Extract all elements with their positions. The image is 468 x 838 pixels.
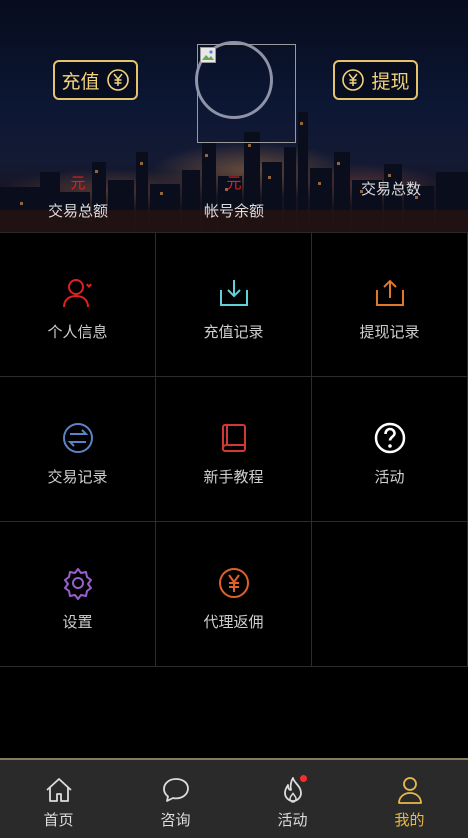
bottom-tab-bar: 首页 咨询 活动 我的 (0, 758, 468, 838)
home-icon (45, 778, 72, 802)
account-header: 充值 提现 元 交易总额 元 帐号余额 交易总数 (0, 0, 468, 233)
tab-label: 咨询 (160, 811, 191, 829)
book-icon (221, 424, 246, 452)
menu-item-trade-records[interactable]: 交易记录 (0, 377, 156, 522)
menu-item-label: 提现记录 (359, 323, 420, 341)
tab-home[interactable]: 首页 (0, 760, 117, 838)
exchange-icon (62, 423, 93, 453)
upload-icon (375, 279, 404, 306)
menu-item-withdraw-records[interactable]: 提现记录 (312, 232, 468, 377)
menu-item-label: 设置 (62, 613, 93, 631)
tab-mine[interactable]: 我的 (351, 760, 468, 838)
menu-item-label: 活动 (374, 468, 405, 486)
tab-label: 我的 (394, 811, 425, 829)
withdraw-label: 提现 (371, 70, 410, 93)
stat-value: 元 (226, 174, 242, 192)
person-icon (397, 777, 422, 804)
tab-label: 首页 (43, 811, 74, 829)
tab-label: 活动 (277, 811, 308, 829)
recharge-button[interactable]: 充值 (53, 60, 138, 100)
menu-item-label: 交易记录 (47, 468, 108, 486)
menu-item-personal-info[interactable]: 个人信息 (0, 232, 156, 377)
user-icon (62, 279, 92, 308)
menu-item-agent-rebate[interactable]: 代理返佣 (156, 522, 312, 667)
gear-icon (63, 568, 92, 600)
chat-icon (162, 778, 189, 802)
yuan-arrow-icon (342, 69, 365, 91)
yuan-arrow-icon (106, 69, 129, 91)
menu-item-empty (312, 522, 468, 667)
stat-total-amount: 元 交易总额 (23, 172, 133, 221)
stat-value: 元 (70, 174, 86, 192)
tab-consult[interactable]: 咨询 (117, 760, 234, 838)
menu-item-settings[interactable]: 设置 (0, 522, 156, 667)
yuan-coin-icon (218, 568, 249, 598)
stat-label: 交易总额 (47, 202, 108, 220)
menu-item-label: 新手教程 (203, 468, 264, 486)
menu-item-recharge-records[interactable]: 充值记录 (156, 232, 312, 377)
withdraw-button[interactable]: 提现 (333, 60, 418, 100)
stat-label: 帐号余额 (203, 202, 264, 220)
download-icon (219, 280, 248, 306)
tab-activity[interactable]: 活动 (234, 760, 351, 838)
menu-item-label: 代理返佣 (203, 613, 264, 631)
recharge-label: 充值 (61, 70, 100, 93)
stat-total-count: 交易总数 (336, 178, 446, 199)
stat-account-balance: 元 帐号余额 (179, 172, 289, 221)
menu-item-label: 充值记录 (203, 323, 264, 341)
menu-item-label: 个人信息 (47, 323, 108, 341)
stat-label: 交易总数 (360, 180, 421, 198)
avatar[interactable] (197, 44, 296, 143)
menu-item-activity[interactable]: 活动 (312, 377, 468, 522)
question-icon (374, 422, 405, 454)
notification-dot (299, 775, 307, 782)
menu-item-tutorial[interactable]: 新手教程 (156, 377, 312, 522)
broken-image-icon (200, 47, 216, 63)
